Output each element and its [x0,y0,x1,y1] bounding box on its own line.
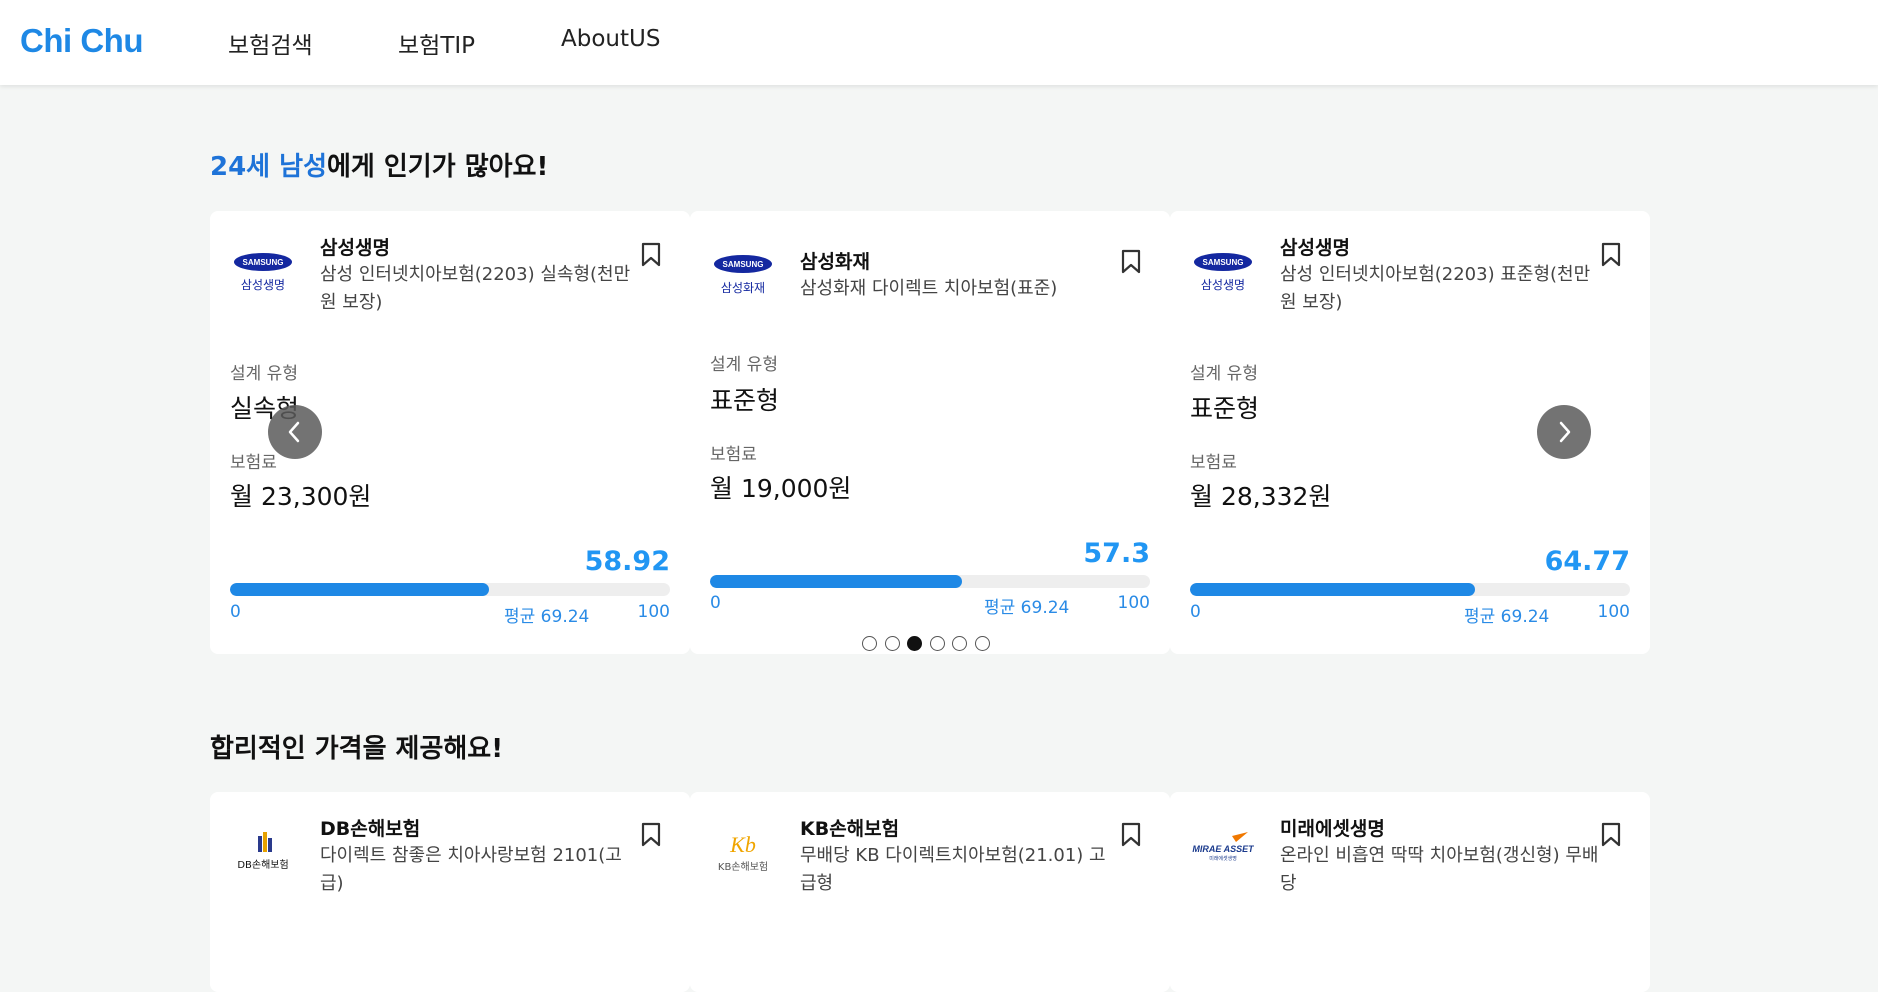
premium-value: 월 19,000원 [710,474,852,503]
premium-label: 보험료 [710,445,757,465]
premium-label: 보험료 [1190,453,1237,473]
logo-sub-text: 삼성생명 [1201,278,1245,292]
carousel-dot[interactable] [862,636,877,651]
company-name: 미래에셋생명 [1280,818,1385,840]
chevron-left-icon [288,421,300,443]
nav-insurance-tip[interactable]: 보험TIP [398,26,475,60]
product-name: 다이렉트 참좋은 치아사랑보험 2101(고급) [320,845,622,894]
score-bar [710,575,1150,588]
carousel-dot[interactable] [975,636,990,651]
logo-brand-text: KB손해보험 [718,860,768,873]
design-type-label: 설계 유형 [710,355,778,375]
product-name: 삼성 인터넷치아보험(2203) 실속형(천만원 보장) [320,264,631,313]
company-name: 삼성화재 [800,251,870,273]
carousel-dot[interactable] [952,636,967,651]
logo-brand-text: DB손해보험 [237,858,288,871]
product-name: 온라인 비흡연 딱딱 치아보험(갱신형) 무배당 [1280,845,1599,894]
price-section-title: 합리적인 가격을 제공해요! [210,734,504,764]
insurance-card[interactable]: Kb KB손해보험 KB손해보험 무배당 KB 다이렉트치아보험(21.01) … [690,792,1170,992]
popular-section-title: 24세 남성에게 인기가 많아요! [210,146,548,183]
axis-max: 100 [1117,593,1150,613]
site-logo[interactable]: Chi Chu [20,22,143,60]
site-header: Chi Chu 보험검색 보험TIP AboutUS [0,0,1878,85]
company-name: 삼성생명 [1280,237,1350,259]
score-bar-fill [1190,583,1475,596]
title-rest: 에게 인기가 많아요! [327,152,549,182]
premium-value: 월 28,332원 [1190,482,1332,511]
samsung-life-logo: SAMSUNG 삼성생명 [1192,247,1254,299]
premium-value: 월 23,300원 [230,482,372,511]
logo-brand-text: SAMSUNG [243,258,284,267]
axis-min: 0 [710,593,721,613]
bookmark-icon[interactable] [1120,249,1142,275]
title-highlight: 24세 남성 [210,152,327,182]
score-bar [230,583,670,596]
nav-about-us[interactable]: AboutUS [561,26,660,52]
svg-text:Kb: Kb [729,832,756,857]
bookmark-icon[interactable] [1600,822,1622,848]
logo-sub-text: 삼성화재 [721,281,765,295]
company-name: KB손해보험 [800,818,900,840]
insurance-card[interactable]: MIRAE ASSET 미래에셋생명 미래에셋생명 온라인 비흡연 딱딱 치아보… [1170,792,1650,992]
company-name: 삼성생명 [320,237,390,259]
axis-min: 0 [1190,602,1201,622]
axis-max: 100 [637,602,670,622]
score-value: 64.77 [1544,546,1630,577]
bookmark-icon[interactable] [1600,242,1622,268]
samsung-life-logo: SAMSUNG 삼성생명 [232,247,294,299]
design-type-value: 표준형 [1190,394,1260,423]
score-value: 58.92 [584,546,670,577]
logo-sub-text: 삼성생명 [241,278,285,292]
product-name: 삼성화재 다이렉트 치아보험(표준) [800,278,1058,299]
insurance-card[interactable]: DB손해보험 DB손해보험 다이렉트 참좋은 치아사랑보험 2101(고급) [210,792,690,992]
score-value: 57.3 [1083,538,1150,569]
carousel-prev-button[interactable] [268,405,322,459]
axis-average: 평균 69.24 [504,607,590,627]
axis-max: 100 [1597,602,1630,622]
nav-insurance-search[interactable]: 보험검색 [228,26,313,60]
product-name: 삼성 인터넷치아보험(2203) 표준형(천만원 보장) [1280,264,1591,313]
design-type-label: 설계 유형 [230,364,298,384]
axis-min: 0 [230,602,241,622]
axis-average: 평균 69.24 [984,598,1070,618]
carousel-next-button[interactable] [1537,405,1591,459]
chevron-right-icon [1559,421,1571,443]
logo-sub-text: 미래에셋생명 [1209,855,1237,862]
insurance-card[interactable]: SAMSUNG 삼성화재 삼성화재 삼성화재 다이렉트 치아보험(표준) 설계 … [690,211,1170,654]
logo-brand-text: SAMSUNG [1203,258,1244,267]
score-bar-fill [230,583,490,596]
company-name: DB손해보험 [320,818,421,840]
product-name: 무배당 KB 다이렉트치아보험(21.01) 고급형 [800,845,1106,894]
logo-brand-text: MIRAE ASSET [1192,844,1254,854]
design-type-value: 표준형 [710,386,780,415]
kb-insurance-logo: Kb KB손해보험 [712,832,774,884]
carousel-dot[interactable] [930,636,945,651]
premium-label: 보험료 [230,453,277,473]
score-bar-fill [710,575,963,588]
score-bar [1190,583,1630,596]
db-insurance-logo: DB손해보험 [232,832,294,884]
logo-brand-text: SAMSUNG [723,260,764,269]
axis-average: 평균 69.24 [1464,607,1550,627]
design-type-label: 설계 유형 [1190,364,1258,384]
samsung-fire-logo: SAMSUNG 삼성화재 [712,251,774,303]
bookmark-icon[interactable] [1120,822,1142,848]
carousel-dot[interactable] [907,636,922,651]
mirae-asset-logo: MIRAE ASSET 미래에셋생명 [1192,832,1254,884]
carousel-dot[interactable] [885,636,900,651]
bookmark-icon[interactable] [640,822,662,848]
bookmark-icon[interactable] [640,242,662,268]
